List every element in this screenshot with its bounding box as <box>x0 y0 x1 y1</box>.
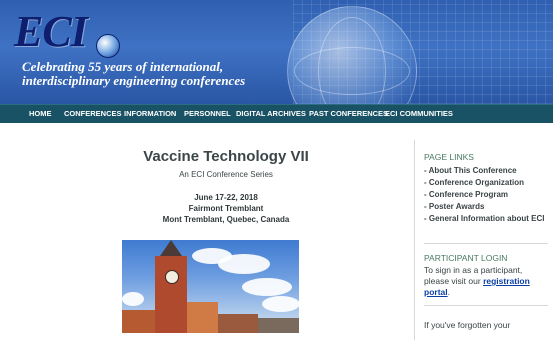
tagline-line-1: Celebrating 55 years of international, <box>22 59 224 74</box>
clock-face <box>165 270 179 284</box>
nav-information[interactable]: INFORMATION <box>124 105 176 123</box>
participant-login-heading: PARTICIPANT LOGIN <box>424 253 508 263</box>
page-title: Vaccine Technology VII <box>143 148 309 165</box>
venue-photo <box>122 240 299 333</box>
header-banner: ECI Celebrating 55 years of internationa… <box>0 0 553 104</box>
clock-tower <box>155 256 187 333</box>
link-poster-awards[interactable]: - Poster Awards <box>424 202 548 212</box>
main-nav: HOME CONFERENCES INFORMATION PERSONNEL D… <box>0 104 553 123</box>
building <box>218 314 258 333</box>
cloud <box>242 278 292 296</box>
nav-personnel[interactable]: PERSONNEL <box>184 105 231 123</box>
cloud <box>262 296 299 312</box>
clock-tower-roof <box>160 240 182 256</box>
link-about-conference[interactable]: - About This Conference <box>424 166 548 176</box>
tagline-line-2: interdisciplinary engineering conference… <box>22 73 246 88</box>
sidebar: PAGE LINKS - About This Conference - Con… <box>414 140 553 340</box>
nav-eci-communities[interactable]: ECI COMMUNITIES <box>385 105 453 123</box>
conference-venue: Fairmont Tremblant <box>188 204 264 213</box>
building <box>184 302 218 333</box>
building <box>122 310 156 333</box>
nav-past-conferences[interactable]: PAST CONFERENCES <box>309 105 388 123</box>
page-links-heading: PAGE LINKS <box>424 152 474 162</box>
link-conference-organization[interactable]: - Conference Organization <box>424 178 548 188</box>
conference-location: Mont Tremblant, Quebec, Canada <box>162 215 290 224</box>
conference-dates: June 17-22, 2018 <box>194 193 258 202</box>
nav-home[interactable]: HOME <box>29 105 52 123</box>
nav-digital-archives[interactable]: DIGITAL ARCHIVES <box>236 105 306 123</box>
login-text-end: . <box>447 287 450 297</box>
cloud <box>218 254 270 274</box>
eci-logo[interactable]: ECI <box>14 7 120 58</box>
logo-text: ECI <box>14 7 88 56</box>
cloud <box>122 292 144 306</box>
forgot-password-text: If you've forgotten your <box>424 320 511 330</box>
sidebar-divider <box>424 243 548 244</box>
link-general-information[interactable]: - General Information about ECI <box>424 214 548 224</box>
tagline: Celebrating 55 years of international, i… <box>22 60 245 88</box>
sidebar-divider <box>424 305 548 306</box>
link-conference-program[interactable]: - Conference Program <box>424 190 548 200</box>
nav-conferences[interactable]: CONFERENCES <box>64 105 122 123</box>
login-instructions: To sign in as a participant, please visi… <box>424 265 548 298</box>
logo-globe-icon <box>96 34 120 58</box>
building <box>258 318 299 333</box>
conference-series: An ECI Conference Series <box>179 170 273 179</box>
